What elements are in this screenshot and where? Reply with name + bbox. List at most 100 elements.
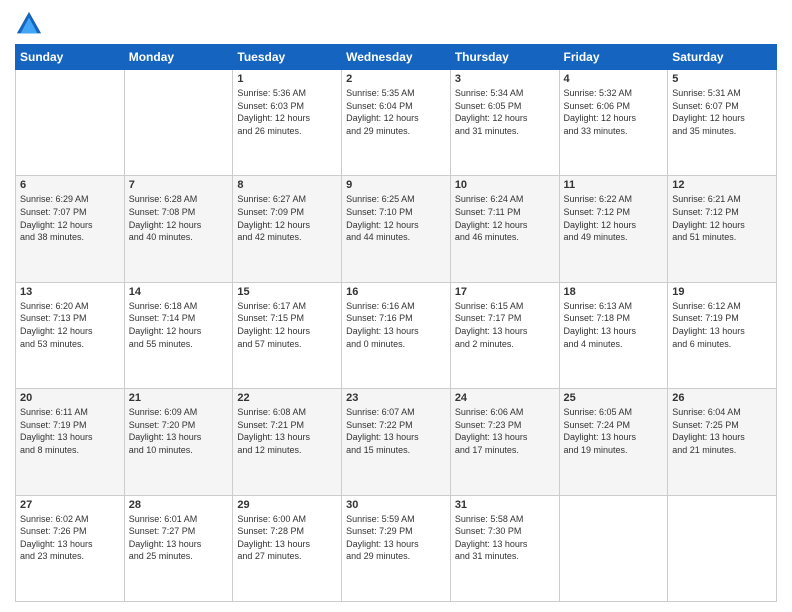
day-number: 14 xyxy=(129,286,229,298)
day-info: Sunrise: 6:01 AM Sunset: 7:27 PM Dayligh… xyxy=(129,513,229,563)
day-header-friday: Friday xyxy=(559,45,668,70)
calendar-cell: 4Sunrise: 5:32 AM Sunset: 6:06 PM Daylig… xyxy=(559,70,668,176)
day-info: Sunrise: 6:04 AM Sunset: 7:25 PM Dayligh… xyxy=(672,406,772,456)
day-number: 24 xyxy=(455,392,555,404)
day-number: 28 xyxy=(129,499,229,511)
day-number: 29 xyxy=(237,499,337,511)
day-info: Sunrise: 6:27 AM Sunset: 7:09 PM Dayligh… xyxy=(237,193,337,243)
calendar-cell xyxy=(559,495,668,601)
calendar-cell: 29 Sunrise: 6:00 AM Sunset: 7:28 PM Dayli… xyxy=(233,495,342,601)
day-info: Sunrise: 6:07 AM Sunset: 7:22 PM Dayligh… xyxy=(346,406,446,456)
calendar-cell: 3Sunrise: 5:34 AM Sunset: 6:05 PM Daylig… xyxy=(450,70,559,176)
calendar-cell: 15 Sunrise: 6:17 AM Sunset: 7:15 PM Dayli… xyxy=(233,282,342,388)
calendar-cell xyxy=(124,70,233,176)
calendar-cell: 30 Sunrise: 5:59 AM Sunset: 7:29 PM Dayli… xyxy=(342,495,451,601)
calendar-cell: 7 Sunrise: 6:28 AM Sunset: 7:08 PM Daylig… xyxy=(124,176,233,282)
day-info: Sunrise: 5:31 AM Sunset: 6:07 PM Dayligh… xyxy=(672,87,772,137)
calendar-week-4: 20Sunrise: 6:11 AM Sunset: 7:19 PM Dayli… xyxy=(16,389,777,495)
day-info: Sunrise: 6:06 AM Sunset: 7:23 PM Dayligh… xyxy=(455,406,555,456)
calendar-cell: 31 Sunrise: 5:58 AM Sunset: 7:30 PM Dayli… xyxy=(450,495,559,601)
day-number: 16 xyxy=(346,286,446,298)
day-info: Sunrise: 6:25 AM Sunset: 7:10 PM Dayligh… xyxy=(346,193,446,243)
day-number: 8 xyxy=(237,179,337,191)
day-number: 17 xyxy=(455,286,555,298)
day-number: 4 xyxy=(564,73,664,85)
day-header-tuesday: Tuesday xyxy=(233,45,342,70)
calendar-cell: 26 Sunrise: 6:04 AM Sunset: 7:25 PM Dayli… xyxy=(668,389,777,495)
day-number: 3 xyxy=(455,73,555,85)
calendar-cell: 1 Sunrise: 5:36 AM Sunset: 6:03 PM Daylig… xyxy=(233,70,342,176)
day-number: 11 xyxy=(564,179,664,191)
day-info: Sunrise: 5:59 AM Sunset: 7:29 PM Dayligh… xyxy=(346,513,446,563)
calendar-cell: 22 Sunrise: 6:08 AM Sunset: 7:21 PM Dayli… xyxy=(233,389,342,495)
calendar-cell: 16Sunrise: 6:16 AM Sunset: 7:16 PM Dayli… xyxy=(342,282,451,388)
day-number: 1 xyxy=(237,73,337,85)
day-info: Sunrise: 6:12 AM Sunset: 7:19 PM Dayligh… xyxy=(672,300,772,350)
day-number: 31 xyxy=(455,499,555,511)
calendar-cell: 21Sunrise: 6:09 AM Sunset: 7:20 PM Dayli… xyxy=(124,389,233,495)
calendar-cell: 20Sunrise: 6:11 AM Sunset: 7:19 PM Dayli… xyxy=(16,389,125,495)
calendar-cell: 28 Sunrise: 6:01 AM Sunset: 7:27 PM Dayli… xyxy=(124,495,233,601)
day-info: Sunrise: 6:29 AM Sunset: 7:07 PM Dayligh… xyxy=(20,193,120,243)
day-header-thursday: Thursday xyxy=(450,45,559,70)
calendar-cell: 5 Sunrise: 5:31 AM Sunset: 6:07 PM Daylig… xyxy=(668,70,777,176)
day-header-saturday: Saturday xyxy=(668,45,777,70)
day-info: Sunrise: 6:28 AM Sunset: 7:08 PM Dayligh… xyxy=(129,193,229,243)
day-info: Sunrise: 6:20 AM Sunset: 7:13 PM Dayligh… xyxy=(20,300,120,350)
calendar-table: SundayMondayTuesdayWednesdayThursdayFrid… xyxy=(15,44,777,602)
day-info: Sunrise: 6:15 AM Sunset: 7:17 PM Dayligh… xyxy=(455,300,555,350)
day-header-monday: Monday xyxy=(124,45,233,70)
calendar-cell: 23Sunrise: 6:07 AM Sunset: 7:22 PM Dayli… xyxy=(342,389,451,495)
calendar-cell xyxy=(16,70,125,176)
day-number: 5 xyxy=(672,73,772,85)
calendar-header-row: SundayMondayTuesdayWednesdayThursdayFrid… xyxy=(16,45,777,70)
calendar-cell: 14 Sunrise: 6:18 AM Sunset: 7:14 PM Dayli… xyxy=(124,282,233,388)
page: SundayMondayTuesdayWednesdayThursdayFrid… xyxy=(0,0,792,612)
calendar-cell: 27 Sunrise: 6:02 AM Sunset: 7:26 PM Dayli… xyxy=(16,495,125,601)
day-number: 13 xyxy=(20,286,120,298)
calendar-week-5: 27 Sunrise: 6:02 AM Sunset: 7:26 PM Dayli… xyxy=(16,495,777,601)
day-info: Sunrise: 6:17 AM Sunset: 7:15 PM Dayligh… xyxy=(237,300,337,350)
calendar-cell: 2Sunrise: 5:35 AM Sunset: 6:04 PM Daylig… xyxy=(342,70,451,176)
day-number: 20 xyxy=(20,392,120,404)
day-info: Sunrise: 6:02 AM Sunset: 7:26 PM Dayligh… xyxy=(20,513,120,563)
day-number: 25 xyxy=(564,392,664,404)
day-number: 30 xyxy=(346,499,446,511)
day-info: Sunrise: 5:36 AM Sunset: 6:03 PM Dayligh… xyxy=(237,87,337,137)
day-number: 18 xyxy=(564,286,664,298)
day-number: 27 xyxy=(20,499,120,511)
day-info: Sunrise: 6:00 AM Sunset: 7:28 PM Dayligh… xyxy=(237,513,337,563)
calendar-cell: 12 Sunrise: 6:21 AM Sunset: 7:12 PM Dayli… xyxy=(668,176,777,282)
calendar-cell: 6 Sunrise: 6:29 AM Sunset: 7:07 PM Daylig… xyxy=(16,176,125,282)
day-info: Sunrise: 6:05 AM Sunset: 7:24 PM Dayligh… xyxy=(564,406,664,456)
day-info: Sunrise: 6:13 AM Sunset: 7:18 PM Dayligh… xyxy=(564,300,664,350)
calendar-cell: 11 Sunrise: 6:22 AM Sunset: 7:12 PM Dayli… xyxy=(559,176,668,282)
day-number: 22 xyxy=(237,392,337,404)
logo xyxy=(15,10,47,38)
day-info: Sunrise: 5:58 AM Sunset: 7:30 PM Dayligh… xyxy=(455,513,555,563)
day-info: Sunrise: 6:18 AM Sunset: 7:14 PM Dayligh… xyxy=(129,300,229,350)
calendar-week-3: 13 Sunrise: 6:20 AM Sunset: 7:13 PM Dayli… xyxy=(16,282,777,388)
calendar-week-2: 6 Sunrise: 6:29 AM Sunset: 7:07 PM Daylig… xyxy=(16,176,777,282)
header xyxy=(15,10,777,38)
calendar-cell: 25 Sunrise: 6:05 AM Sunset: 7:24 PM Dayli… xyxy=(559,389,668,495)
day-number: 26 xyxy=(672,392,772,404)
day-info: Sunrise: 6:21 AM Sunset: 7:12 PM Dayligh… xyxy=(672,193,772,243)
day-info: Sunrise: 6:22 AM Sunset: 7:12 PM Dayligh… xyxy=(564,193,664,243)
day-number: 7 xyxy=(129,179,229,191)
calendar-cell: 13 Sunrise: 6:20 AM Sunset: 7:13 PM Dayli… xyxy=(16,282,125,388)
day-number: 15 xyxy=(237,286,337,298)
calendar-cell: 24 Sunrise: 6:06 AM Sunset: 7:23 PM Dayli… xyxy=(450,389,559,495)
day-info: Sunrise: 6:24 AM Sunset: 7:11 PM Dayligh… xyxy=(455,193,555,243)
day-header-sunday: Sunday xyxy=(16,45,125,70)
day-info: Sunrise: 6:09 AM Sunset: 7:20 PM Dayligh… xyxy=(129,406,229,456)
calendar-cell: 19Sunrise: 6:12 AM Sunset: 7:19 PM Dayli… xyxy=(668,282,777,388)
calendar-cell xyxy=(668,495,777,601)
day-number: 6 xyxy=(20,179,120,191)
day-info: Sunrise: 6:08 AM Sunset: 7:21 PM Dayligh… xyxy=(237,406,337,456)
calendar-cell: 10 Sunrise: 6:24 AM Sunset: 7:11 PM Dayli… xyxy=(450,176,559,282)
day-number: 12 xyxy=(672,179,772,191)
calendar-cell: 17 Sunrise: 6:15 AM Sunset: 7:17 PM Dayli… xyxy=(450,282,559,388)
day-header-wednesday: Wednesday xyxy=(342,45,451,70)
day-number: 10 xyxy=(455,179,555,191)
